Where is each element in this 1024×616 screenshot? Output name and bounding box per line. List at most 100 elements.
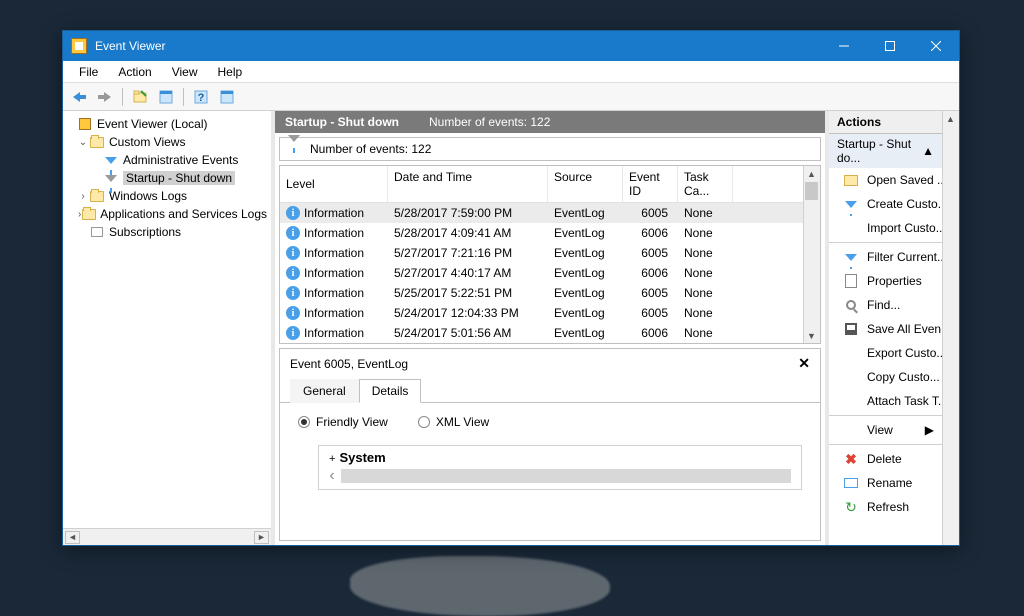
subscriptions-icon [89,224,105,240]
action-import-custom[interactable]: Import Custo... [829,216,942,240]
action-label: Refresh [867,500,909,514]
scroll-right-icon[interactable]: ► [254,531,269,544]
collapse-icon[interactable]: ⌄ [77,137,89,148]
table-row[interactable]: iInformation 5/27/2017 4:40:17 AM EventL… [280,263,803,283]
window-title: Event Viewer [95,39,821,53]
action-attach-task[interactable]: Attach Task T... [829,389,942,413]
close-detail-button[interactable]: ✕ [798,355,810,372]
help-button[interactable]: ? [189,86,213,108]
info-icon: i [286,286,300,300]
tab-details[interactable]: Details [359,379,422,403]
cell-datetime: 5/28/2017 7:59:00 PM [388,205,548,221]
detail-pane: Event 6005, EventLog ✕ General Details F… [279,348,821,541]
action-copy-custom[interactable]: Copy Custo... [829,365,942,389]
cell-source: EventLog [548,305,623,321]
action-label: Save All Even... [867,322,942,336]
action-open-saved[interactable]: Open Saved ... [829,168,942,192]
scroll-left-icon[interactable]: ‹ [323,467,341,485]
view-header: Startup - Shut down Number of events: 12… [275,111,825,133]
scroll-thumb[interactable] [805,182,818,200]
cell-eventid: 6006 [623,265,678,281]
show-hide-tree-button[interactable] [128,86,152,108]
col-level[interactable]: Level [280,166,388,202]
table-row[interactable]: iInformation 5/24/2017 12:04:33 PM Event… [280,303,803,323]
titlebar[interactable]: Event Viewer [63,31,959,61]
radio-friendly-view[interactable]: Friendly View [298,415,388,429]
cell-level: Information [304,226,364,240]
scroll-left-icon[interactable]: ◄ [65,531,80,544]
tree-apps-services[interactable]: › Applications and Services Logs [65,205,269,223]
tree-windows-logs[interactable]: › Windows Logs [65,187,269,205]
action-export-custom[interactable]: Export Custo... [829,341,942,365]
table-row[interactable]: iInformation 5/27/2017 7:21:16 PM EventL… [280,243,803,263]
action-refresh[interactable]: ↻Refresh [829,495,942,519]
col-datetime[interactable]: Date and Time [388,166,548,202]
refresh-button[interactable] [215,86,239,108]
action-save-all[interactable]: Save All Even... [829,317,942,341]
menu-action[interactable]: Action [108,63,161,81]
radio-xml-view[interactable]: XML View [418,415,489,429]
action-label: View [867,423,917,437]
actions-section[interactable]: Startup - Shut do... ▲ [829,134,942,168]
blank-icon [843,345,859,361]
forward-button[interactable] [93,86,117,108]
tree-label: Custom Views [109,135,185,149]
table-row[interactable]: iInformation 5/28/2017 7:59:00 PM EventL… [280,203,803,223]
action-label: Delete [867,452,902,466]
action-filter-current[interactable]: Filter Current... [829,245,942,269]
action-find[interactable]: Find... [829,293,942,317]
action-label: Filter Current... [867,250,942,264]
collapse-icon[interactable]: ▲ [922,144,934,158]
properties-button[interactable] [154,86,178,108]
action-create-custom[interactable]: Create Custo... [829,192,942,216]
cell-level: Information [304,306,364,320]
col-eventid[interactable]: Event ID [623,166,678,202]
tree-subscriptions[interactable]: Subscriptions [65,223,269,241]
filter-icon [103,152,119,168]
table-row[interactable]: iInformation 5/28/2017 4:09:41 AM EventL… [280,223,803,243]
cell-taskcat: None [678,265,733,281]
folder-icon [89,188,105,204]
action-rename[interactable]: Rename [829,471,942,495]
tree-label: Subscriptions [109,225,181,239]
scroll-up-icon[interactable]: ▲ [804,166,819,181]
find-icon [843,297,859,313]
menu-file[interactable]: File [69,63,108,81]
tab-general[interactable]: General [290,379,359,403]
tree-root[interactable]: Event Viewer (Local) [65,115,269,133]
expand-icon[interactable]: › [77,191,89,202]
separator [829,444,942,445]
cell-eventid: 6006 [623,225,678,241]
menu-view[interactable]: View [162,63,208,81]
scroll-up-icon[interactable]: ▲ [943,111,958,126]
detail-tabs: General Details [280,378,820,403]
delete-icon: ✖ [843,451,859,467]
actions-vscrollbar[interactable]: ▲ [942,111,959,545]
action-properties[interactable]: Properties [829,269,942,293]
minimize-button[interactable] [821,31,867,61]
back-button[interactable] [67,86,91,108]
table-row[interactable]: iInformation 5/25/2017 5:22:51 PM EventL… [280,283,803,303]
menubar: File Action View Help [63,61,959,83]
action-delete[interactable]: ✖ Delete [829,447,942,471]
cell-datetime: 5/28/2017 4:09:41 AM [388,225,548,241]
scroll-down-icon[interactable]: ▼ [804,328,819,343]
grid-vscrollbar[interactable]: ▲ ▼ [803,166,820,343]
col-source[interactable]: Source [548,166,623,202]
cell-source: EventLog [548,285,623,301]
tree-hscrollbar[interactable]: ◄ ► [63,528,271,545]
action-view[interactable]: View▶ [829,418,942,442]
tree-admin-events[interactable]: Administrative Events [65,151,269,169]
cell-source: EventLog [548,325,623,341]
close-button[interactable] [913,31,959,61]
menu-help[interactable]: Help [208,63,253,81]
col-taskcat[interactable]: Task Ca... [678,166,733,202]
expand-icon[interactable]: + [329,453,335,465]
tree-custom-views[interactable]: ⌄ Custom Views [65,133,269,151]
table-row[interactable]: iInformation 5/24/2017 5:01:56 AM EventL… [280,323,803,343]
cell-taskcat: None [678,305,733,321]
scroll-track[interactable] [341,469,791,483]
maximize-button[interactable] [867,31,913,61]
detail-hscrollbar[interactable]: ‹ [323,467,791,485]
tree-startup-shutdown[interactable]: Startup - Shut down [65,169,269,187]
